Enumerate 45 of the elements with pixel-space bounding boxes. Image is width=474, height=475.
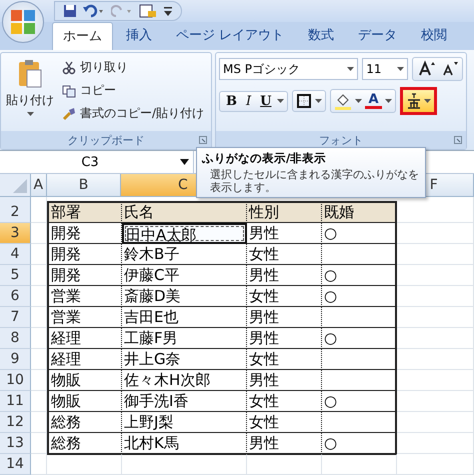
table-cell: 男性 [247,328,322,349]
table-cell: 男性 [247,433,322,454]
table-cell: ○ [322,391,397,412]
table-cell: 吉田E也 [122,307,247,328]
table-cell: 女性 [247,349,322,370]
table-cell: 男性 [247,307,322,328]
table-cell: 男性 [247,370,322,391]
table-cell: 氏名 [122,201,247,223]
table-cell: 開発 [47,244,122,265]
table-cell: 女性 [247,391,322,412]
table-cell: 女性 [247,286,322,307]
table-cell: 経理 [47,328,122,349]
table-cell: 田中A太郎 [122,223,247,244]
table-cell: 物販 [47,391,122,412]
table-cell: 女性 [247,244,322,265]
table-cell: 工藤F男 [122,328,247,349]
table-cell: 女性 [247,412,322,433]
table-cell: 男性 [247,265,322,286]
table-cell: 営業 [47,307,122,328]
group-label: フォント [319,132,363,148]
table-cell: 経理 [47,349,122,370]
tooltip-title: ふりがなの表示/非表示 [202,151,328,166]
table-cell: 上野J梨 [122,412,247,433]
table-cell: 伊藤C平 [122,265,247,286]
table-cell: 総務 [47,412,122,433]
table-cell: 部署 [47,201,122,223]
table-cell: 開発 [47,265,122,286]
table-cell: 性別 [247,201,322,223]
table-cell: 総務 [47,433,122,454]
table-cell: 既婚 [322,201,397,223]
table-cell: ○ [322,328,397,349]
table-cell: 斎藤D美 [122,286,247,307]
table-cell: 男性 [247,223,322,244]
table-cell: ○ [322,265,397,286]
table-cell: 営業 [47,286,122,307]
table-cell: ○ [322,286,397,307]
table-cell: 御手洗I香 [122,391,247,412]
table-cell: 鈴木B子 [122,244,247,265]
table-cell: 佐々木H次郎 [122,370,247,391]
table-cell: ○ [322,223,397,244]
table-cell: 物販 [47,370,122,391]
table-cell: 井上G奈 [122,349,247,370]
table-cell: 北村K馬 [122,433,247,454]
group-label: クリップボード [68,132,144,148]
table-cell: ○ [322,433,397,454]
